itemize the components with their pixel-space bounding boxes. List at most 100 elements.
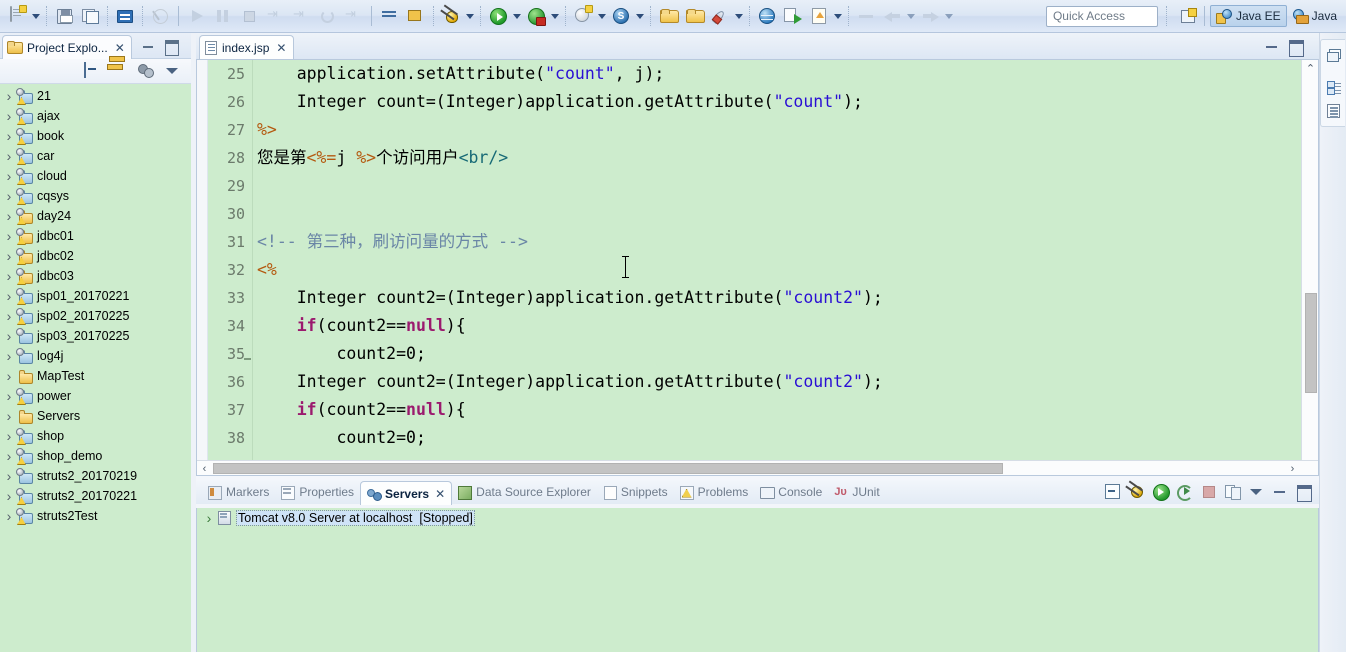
- expand-icon[interactable]: [2, 448, 16, 464]
- disable-breakpoints-icon[interactable]: [148, 4, 172, 28]
- filters-icon[interactable]: [138, 63, 156, 80]
- tree-item[interactable]: shop: [0, 426, 191, 446]
- horizontal-scroll-thumb[interactable]: [213, 463, 1003, 474]
- outline-view-icon[interactable]: [1321, 75, 1346, 99]
- code-line[interactable]: Integer count2=(Integer)application.getA…: [257, 368, 883, 396]
- code-line[interactable]: count2=0;: [257, 424, 883, 452]
- expand-icon[interactable]: [2, 368, 16, 384]
- save-all-icon[interactable]: [78, 4, 102, 28]
- maximize-icon[interactable]: [165, 40, 179, 56]
- expand-icon[interactable]: [2, 208, 16, 224]
- run-dropdown-arrow[interactable]: [511, 4, 523, 28]
- tree-item[interactable]: jdbc02: [0, 246, 191, 266]
- publish-icon[interactable]: [1224, 483, 1241, 500]
- fold-marker-icon[interactable]: [244, 358, 251, 360]
- tree-item[interactable]: jdbc03: [0, 266, 191, 286]
- expand-icon[interactable]: [2, 328, 16, 344]
- expand-icon[interactable]: [2, 148, 16, 164]
- next-annotation-icon[interactable]: [378, 4, 402, 28]
- close-icon[interactable]: ✕: [276, 42, 286, 54]
- tree-item[interactable]: jdbc01: [0, 226, 191, 246]
- web-browser-icon[interactable]: [755, 4, 779, 28]
- code-line[interactable]: application.setAttribute("count", j);: [257, 60, 883, 88]
- code-line[interactable]: 您是第<%=j %>个访问用户<br/>: [257, 144, 883, 172]
- quick-access-input[interactable]: Quick Access: [1045, 5, 1158, 27]
- tree-item[interactable]: jsp01_20170221: [0, 286, 191, 306]
- tree-item[interactable]: MapTest: [0, 366, 191, 386]
- code-line[interactable]: <%: [257, 256, 883, 284]
- svn-icon[interactable]: S: [609, 4, 633, 28]
- expand-icon[interactable]: [2, 168, 16, 184]
- tree-item[interactable]: book: [0, 126, 191, 146]
- tree-item[interactable]: jsp02_20170225: [0, 306, 191, 326]
- maximize-icon[interactable]: [1289, 40, 1304, 57]
- download-dropdown-arrow[interactable]: [832, 4, 844, 28]
- restore-icon[interactable]: [1321, 43, 1346, 67]
- scroll-up-icon[interactable]: ⌃: [1302, 60, 1318, 76]
- servers-list[interactable]: Tomcat v8.0 Server at localhost [Stopped…: [196, 508, 1319, 652]
- tab-snippets[interactable]: Snippets: [597, 481, 674, 503]
- maximize-icon[interactable]: [1296, 483, 1313, 502]
- code-line[interactable]: Integer count=(Integer)application.getAt…: [257, 88, 883, 116]
- tree-item[interactable]: log4j: [0, 346, 191, 366]
- close-icon[interactable]: ✕: [435, 488, 445, 500]
- tree-item[interactable]: struts2_20170221: [0, 486, 191, 506]
- expand-icon[interactable]: [2, 228, 16, 244]
- open-folder-icon[interactable]: [682, 4, 706, 28]
- tree-item[interactable]: ajax: [0, 106, 191, 126]
- deploy-icon[interactable]: [781, 4, 805, 28]
- view-menu-icon[interactable]: [1248, 483, 1265, 499]
- tree-item[interactable]: car: [0, 146, 191, 166]
- new-folder-icon[interactable]: [656, 4, 680, 28]
- code-line[interactable]: if(count2==null){: [257, 396, 883, 424]
- expand-icon[interactable]: [2, 488, 16, 504]
- tab-servers[interactable]: Servers ✕: [360, 481, 453, 505]
- tab-markers[interactable]: Markers: [202, 481, 275, 503]
- perspective-java-ee[interactable]: Java EE: [1209, 5, 1287, 27]
- expand-icon[interactable]: [2, 188, 16, 204]
- new-dropdown-arrow[interactable]: [30, 4, 42, 28]
- tree-item[interactable]: struts2Test: [0, 506, 191, 526]
- tree-item[interactable]: struts2_20170219: [0, 466, 191, 486]
- code-line[interactable]: %>: [257, 116, 883, 144]
- start-server-icon[interactable]: [1152, 483, 1170, 501]
- profile-server-icon[interactable]: [1176, 483, 1193, 501]
- external-tools-icon[interactable]: [708, 4, 732, 28]
- debug-dropdown-arrow[interactable]: [464, 4, 476, 28]
- collapse-all-icon[interactable]: [84, 62, 102, 80]
- open-perspective-button[interactable]: [1177, 5, 1199, 27]
- tree-item[interactable]: cloud: [0, 166, 191, 186]
- expand-icon[interactable]: [2, 288, 16, 304]
- new-wizard-icon[interactable]: [5, 4, 29, 28]
- scroll-left-icon[interactable]: ‹: [197, 461, 212, 475]
- code-line[interactable]: if(count2==null){: [257, 312, 883, 340]
- marker-ruler[interactable]: [197, 60, 208, 475]
- svn-dropdown-arrow[interactable]: [634, 4, 646, 28]
- expand-icon[interactable]: [2, 108, 16, 124]
- expand-icon[interactable]: [2, 388, 16, 404]
- scroll-right-icon[interactable]: ›: [1285, 461, 1300, 475]
- tree-item[interactable]: cqsys: [0, 186, 191, 206]
- console-icon[interactable]: [113, 4, 137, 28]
- previous-annotation-icon[interactable]: [404, 4, 428, 28]
- editor-vertical-scrollbar[interactable]: ⌃ ⌄: [1301, 60, 1318, 475]
- collapse-all-icon[interactable]: [1104, 483, 1121, 499]
- tree-item[interactable]: Servers: [0, 406, 191, 426]
- tree-item[interactable]: 21: [0, 86, 191, 106]
- code-editor[interactable]: 25 26 27 28 29 30 31 32 33 34 35 36 37 38 application…: [196, 59, 1319, 476]
- snippets-view-icon[interactable]: [1321, 99, 1346, 123]
- tab-properties[interactable]: Properties: [275, 481, 360, 503]
- save-icon[interactable]: [52, 4, 76, 28]
- server-row[interactable]: Tomcat v8.0 Server at localhost [Stopped…: [197, 508, 1318, 528]
- run-as-server-icon[interactable]: [524, 4, 548, 28]
- perspective-java[interactable]: Java: [1287, 5, 1342, 27]
- view-menu-icon[interactable]: [166, 66, 184, 83]
- code-line[interactable]: [257, 200, 883, 228]
- expand-icon[interactable]: [202, 510, 216, 526]
- expand-icon[interactable]: [2, 408, 16, 424]
- tree-item[interactable]: shop_demo: [0, 446, 191, 466]
- external-tools-dropdown-arrow[interactable]: [733, 4, 745, 28]
- minimize-icon[interactable]: [1272, 483, 1289, 499]
- code-line[interactable]: count2=0;: [257, 340, 883, 368]
- source-code[interactable]: application.setAttribute("count", j); In…: [257, 60, 883, 452]
